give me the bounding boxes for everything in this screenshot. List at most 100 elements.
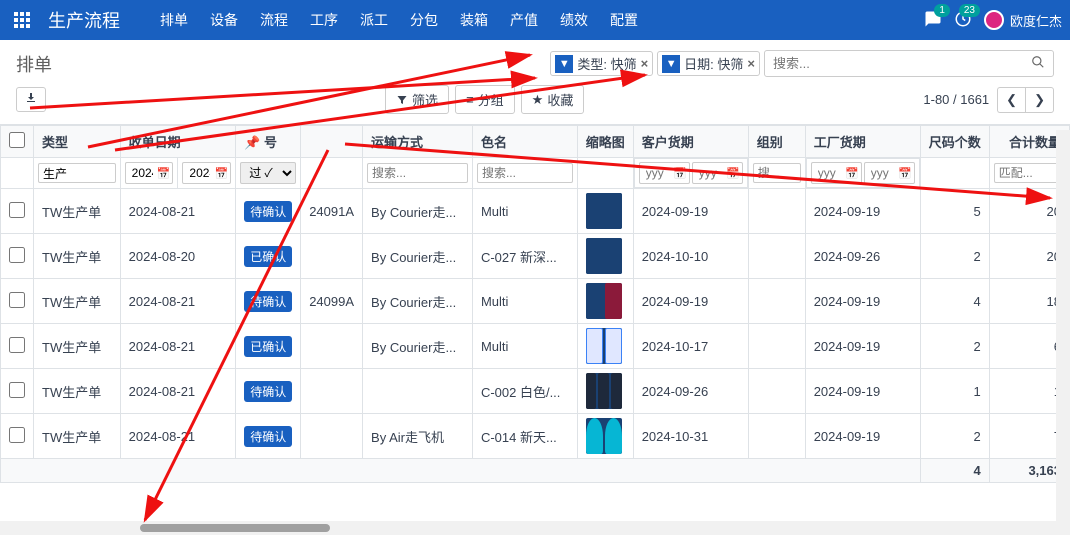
cell-date: 2024-08-21: [120, 189, 236, 234]
cell-cust-date: 2024-10-17: [633, 324, 748, 369]
group-label: 分组: [478, 90, 504, 109]
filter-date-from[interactable]: [128, 164, 157, 182]
close-icon[interactable]: ×: [641, 56, 649, 71]
cell-thumb: [577, 189, 633, 234]
row-checkbox[interactable]: [9, 247, 25, 263]
col-transport[interactable]: 运输方式: [363, 126, 473, 158]
filter-group[interactable]: [753, 163, 801, 183]
filter-color[interactable]: [477, 163, 573, 183]
cell-sizes: 4: [920, 279, 989, 324]
app-header: 生产流程 排单 设备 流程 工序 派工 分包 装箱 产值 绩效 配置 1 23 …: [0, 0, 1070, 40]
cell-type: TW生产单: [34, 279, 121, 324]
list-icon: ≡: [466, 92, 474, 107]
filter-type[interactable]: [38, 163, 116, 183]
calendar-icon[interactable]: 📅: [845, 167, 859, 180]
cell-transport: By Courier走...: [363, 234, 473, 279]
cell-cust-date: 2024-10-10: [633, 234, 748, 279]
breadcrumb: 排单: [16, 51, 52, 77]
filter-cust-date-to[interactable]: [695, 164, 726, 182]
cell-code: [301, 234, 363, 279]
messages-icon[interactable]: 1: [924, 10, 942, 31]
table-row[interactable]: TW生产单 2024-08-21 待确认 C-002 白色/... 2024-0…: [1, 369, 1070, 414]
calendar-icon[interactable]: 📅: [898, 167, 912, 180]
scrollbar-thumb[interactable]: [140, 524, 330, 532]
table-row[interactable]: TW生产单 2024-08-21 待确认 By Air走飞机 C-014 新天.…: [1, 414, 1070, 459]
filter-chip-date[interactable]: ▼ 日期: 快筛 ×: [657, 51, 760, 76]
table-row[interactable]: TW生产单 2024-08-21 已确认 By Courier走... Mult…: [1, 324, 1070, 369]
filter-status[interactable]: 过 ✓: [240, 162, 296, 184]
nav-item[interactable]: 工序: [300, 4, 348, 36]
cell-sizes: 2: [920, 414, 989, 459]
row-checkbox[interactable]: [9, 382, 25, 398]
cell-fact-date: 2024-09-26: [805, 234, 920, 279]
calendar-icon[interactable]: 📅: [673, 167, 687, 180]
nav-item[interactable]: 配置: [600, 4, 648, 36]
cell-code: 24099A: [301, 279, 363, 324]
download-button[interactable]: [16, 87, 46, 112]
search-input[interactable]: [773, 56, 1031, 71]
cell-status: 已确认: [236, 324, 301, 369]
col-group[interactable]: 组别: [748, 126, 805, 158]
table-row[interactable]: TW生产单 2024-08-20 已确认 By Courier走... C-02…: [1, 234, 1070, 279]
cell-type: TW生产单: [34, 414, 121, 459]
cell-thumb: [577, 369, 633, 414]
pager-text[interactable]: 1-80 / 1661: [923, 92, 989, 107]
nav-item[interactable]: 派工: [350, 4, 398, 36]
row-checkbox[interactable]: [9, 427, 25, 443]
cell-cust-date: 2024-10-31: [633, 414, 748, 459]
nav-item[interactable]: 排单: [150, 4, 198, 36]
cell-type: TW生产单: [34, 324, 121, 369]
nav-item[interactable]: 设备: [200, 4, 248, 36]
row-checkbox[interactable]: [9, 292, 25, 308]
table-row[interactable]: TW生产单 2024-08-21 待确认 24091A By Courier走.…: [1, 189, 1070, 234]
status-badge: 待确认: [244, 291, 292, 312]
cell-group: [748, 369, 805, 414]
header-row: 类型 收单日期 📌 号 运输方式 色名 缩略图 客户货期 组别 工厂货期 尺码个…: [1, 126, 1070, 158]
calendar-icon[interactable]: 📅: [157, 167, 171, 180]
col-code[interactable]: [301, 126, 363, 158]
cell-status: 已确认: [236, 234, 301, 279]
select-all-checkbox[interactable]: [9, 132, 25, 148]
col-color[interactable]: 色名: [472, 126, 577, 158]
horizontal-scrollbar[interactable]: [0, 521, 1070, 535]
search-icon[interactable]: [1031, 55, 1045, 72]
filter-date-to[interactable]: [185, 164, 214, 182]
calendar-icon[interactable]: 📅: [214, 167, 228, 180]
cell-group: [748, 324, 805, 369]
pager-prev-button[interactable]: ❮: [997, 87, 1025, 113]
user-menu[interactable]: 欧度仁杰: [984, 10, 1062, 30]
filter-cust-date-from[interactable]: [642, 164, 673, 182]
row-checkbox[interactable]: [9, 202, 25, 218]
table-row[interactable]: TW生产单 2024-08-21 待确认 24099A By Courier走.…: [1, 279, 1070, 324]
cell-date: 2024-08-21: [120, 414, 236, 459]
filter-chip-type[interactable]: ▼ 类型: 快筛 ×: [550, 51, 653, 76]
col-factory-date[interactable]: 工厂货期: [805, 126, 920, 158]
filter-fact-date-to[interactable]: [867, 164, 898, 182]
filter-fact-date-from[interactable]: [814, 164, 845, 182]
apps-launcher-icon[interactable]: [8, 6, 36, 34]
col-thumb[interactable]: 缩略图: [577, 126, 633, 158]
activity-icon[interactable]: 23: [954, 10, 972, 31]
col-status[interactable]: 📌 号: [236, 126, 301, 158]
col-type[interactable]: 类型: [34, 126, 121, 158]
col-receive-date[interactable]: 收单日期: [120, 126, 236, 158]
pager-next-button[interactable]: ❯: [1025, 87, 1054, 113]
calendar-icon[interactable]: 📅: [726, 167, 740, 180]
cell-sizes: 2: [920, 234, 989, 279]
col-customer-date[interactable]: 客户货期: [633, 126, 748, 158]
col-size-count[interactable]: 尺码个数: [920, 126, 989, 158]
nav-item[interactable]: 装箱: [450, 4, 498, 36]
filter-transport[interactable]: [367, 163, 468, 183]
row-checkbox[interactable]: [9, 337, 25, 353]
nav-item[interactable]: 产值: [500, 4, 548, 36]
nav-item[interactable]: 分包: [400, 4, 448, 36]
filter-match[interactable]: [994, 163, 1065, 183]
filter-button[interactable]: 筛选: [385, 85, 449, 114]
nav-item[interactable]: 流程: [250, 4, 298, 36]
vertical-scrollbar[interactable]: [1056, 130, 1070, 521]
cell-date: 2024-08-21: [120, 324, 236, 369]
close-icon[interactable]: ×: [747, 56, 755, 71]
favorite-button[interactable]: ★ 收藏: [521, 85, 585, 114]
nav-item[interactable]: 绩效: [550, 4, 598, 36]
group-button[interactable]: ≡ 分组: [455, 85, 515, 114]
